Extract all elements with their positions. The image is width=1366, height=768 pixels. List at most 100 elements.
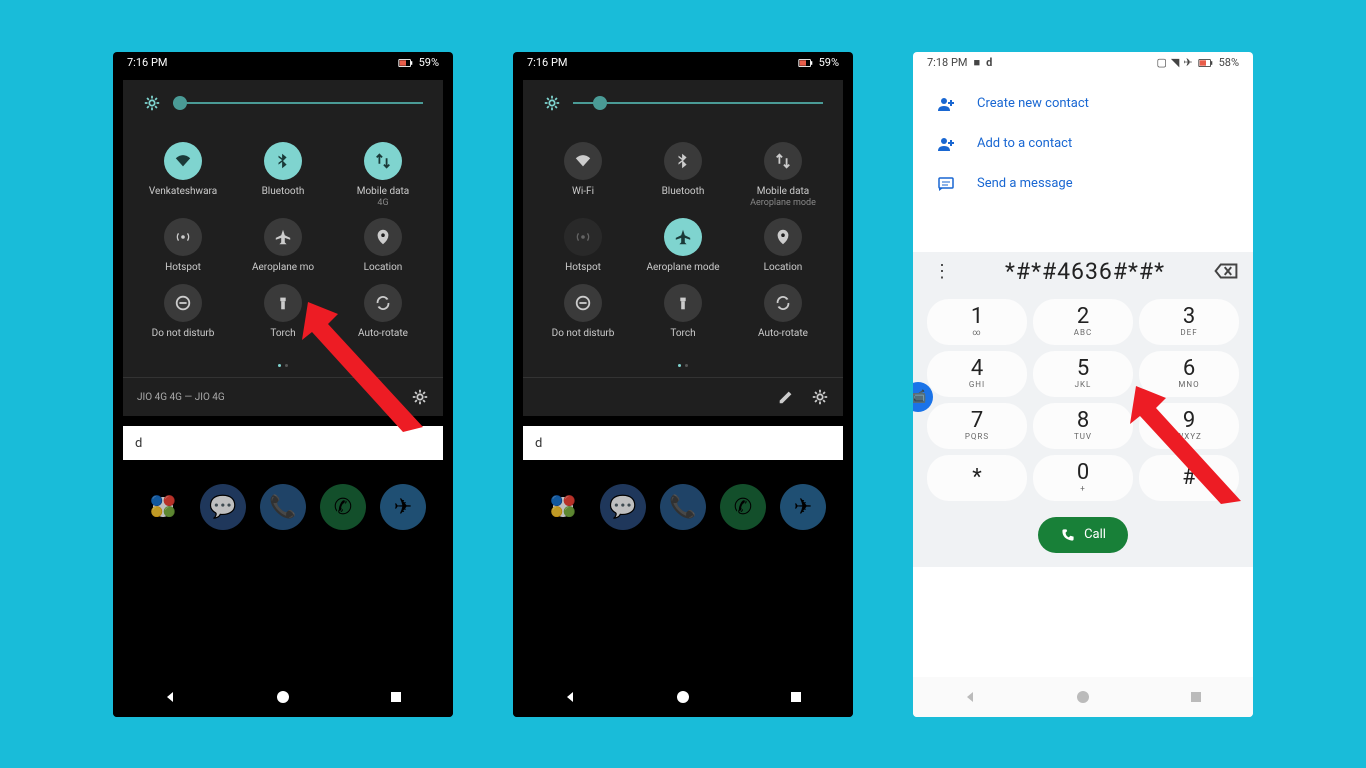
key-letters: MNO	[1178, 380, 1199, 389]
menu-icon[interactable]: ⋮	[927, 261, 957, 282]
app-icon: d	[986, 56, 992, 69]
recent-button[interactable]	[1186, 687, 1206, 707]
bluetooth-icon	[664, 142, 702, 180]
call-icon	[1060, 527, 1076, 543]
battery-icon	[397, 54, 415, 72]
dialpad-key-6[interactable]: 6MNO	[1139, 351, 1239, 397]
google-app-icon[interactable]: 🔵🔴🟡🟢	[140, 484, 186, 530]
back-button[interactable]	[560, 687, 580, 707]
qs-tile-rotate[interactable]: Auto-rotate	[733, 284, 833, 340]
qs-tile-torch[interactable]: Torch	[233, 284, 333, 340]
brightness-slider[interactable]	[173, 102, 423, 104]
rotate-icon	[764, 284, 802, 322]
dnd-icon	[564, 284, 602, 322]
qs-tile-hotspot[interactable]: Hotspot	[533, 218, 633, 274]
qs-tile-dnd[interactable]: Do not disturb	[533, 284, 633, 340]
battery-icon	[1197, 54, 1215, 72]
brightness-icon	[143, 94, 161, 112]
backspace-icon[interactable]	[1213, 258, 1239, 284]
tile-label: Do not disturb	[152, 328, 215, 340]
action-label: Add to a contact	[977, 136, 1072, 151]
dialpad-key-5[interactable]: 5JKL	[1033, 351, 1133, 397]
dialpad-key-2[interactable]: 2ABC	[1033, 299, 1133, 345]
dialpad-key-8[interactable]: 8TUV	[1033, 403, 1133, 449]
page-indicator	[523, 350, 843, 377]
tile-label: Location	[764, 262, 803, 274]
search-bar[interactable]: d	[523, 426, 843, 460]
qs-tile-location[interactable]: Location	[733, 218, 833, 274]
search-bar[interactable]: d	[123, 426, 443, 460]
airplane-icon	[664, 218, 702, 256]
qs-tile-wifi[interactable]: Wi-Fi	[533, 142, 633, 209]
key-letters: DEF	[1180, 328, 1197, 337]
dialpad-key-#[interactable]: #	[1139, 455, 1239, 501]
torch-icon	[664, 284, 702, 322]
qs-tile-rotate[interactable]: Auto-rotate	[333, 284, 433, 340]
dialpad-key-4[interactable]: 4GHI	[927, 351, 1027, 397]
whatsapp-app-icon[interactable]: ✆	[320, 484, 366, 530]
telegram-app-icon[interactable]: ✈	[780, 484, 826, 530]
qs-tile-torch[interactable]: Torch	[633, 284, 733, 340]
phone-screenshot-3: 7:18 PM ■ d ▢ ◥ ✈ 58% Create new contact…	[913, 52, 1253, 717]
key-letters: +	[1080, 484, 1086, 493]
key-letters: ∞	[972, 328, 981, 337]
phone-screenshot-2: 7:16 PM 59% Wi-Fi Bluetooth Mobile dataA…	[513, 52, 853, 717]
recent-button[interactable]	[386, 687, 406, 707]
dialpad-key-1[interactable]: 1∞	[927, 299, 1027, 345]
recent-button[interactable]	[786, 687, 806, 707]
brightness-row[interactable]	[523, 94, 843, 124]
edit-icon[interactable]	[377, 388, 395, 406]
whatsapp-app-icon[interactable]: ✆	[720, 484, 766, 530]
qs-tile-data[interactable]: Mobile data4G	[333, 142, 433, 209]
data-icon	[764, 142, 802, 180]
video-icon: ■	[973, 56, 980, 69]
brightness-row[interactable]	[123, 94, 443, 124]
back-button[interactable]	[960, 687, 980, 707]
key-digit: 8	[1077, 410, 1089, 432]
bluetooth-icon	[264, 142, 302, 180]
qs-tile-dnd[interactable]: Do not disturb	[133, 284, 233, 340]
dialpad-key-3[interactable]: 3DEF	[1139, 299, 1239, 345]
key-digit: 7	[971, 410, 983, 432]
qs-tile-airplane[interactable]: Aeroplane mode	[633, 218, 733, 274]
wifi-icon	[164, 142, 202, 180]
key-letters: JKL	[1075, 380, 1092, 389]
qs-tile-location[interactable]: Location	[333, 218, 433, 274]
telegram-app-icon[interactable]: ✈	[380, 484, 426, 530]
settings-icon[interactable]	[411, 388, 429, 406]
qs-tile-airplane[interactable]: Aeroplane mo	[233, 218, 333, 274]
edit-icon[interactable]	[777, 388, 795, 406]
messages-app-icon[interactable]: 💬	[200, 484, 246, 530]
call-button[interactable]: Call	[1038, 517, 1128, 553]
dialer-action[interactable]: Add to a contact	[929, 124, 1237, 164]
home-button[interactable]	[673, 687, 693, 707]
dialpad-key-*[interactable]: *	[927, 455, 1027, 501]
settings-icon[interactable]	[811, 388, 829, 406]
dnd-icon	[164, 284, 202, 322]
dialpad-key-7[interactable]: 7PQRS	[927, 403, 1027, 449]
qs-footer: JIO 4G 4G — JIO 4G	[123, 377, 443, 416]
messages-app-icon[interactable]: 💬	[600, 484, 646, 530]
dialpad-key-9[interactable]: 9WXYZ	[1139, 403, 1239, 449]
qs-tile-bluetooth[interactable]: Bluetooth	[633, 142, 733, 209]
home-button[interactable]	[273, 687, 293, 707]
qs-tile-bluetooth[interactable]: Bluetooth	[233, 142, 333, 209]
dialpad-key-0[interactable]: 0+	[1033, 455, 1133, 501]
back-button[interactable]	[160, 687, 180, 707]
qs-tile-data[interactable]: Mobile dataAeroplane mode	[733, 142, 833, 209]
key-digit: 9	[1183, 410, 1195, 432]
brightness-slider[interactable]	[573, 102, 823, 104]
google-app-icon[interactable]: 🔵🔴🟡🟢	[540, 484, 586, 530]
phone-app-icon[interactable]: 📞	[660, 484, 706, 530]
dialer-action[interactable]: Create new contact	[929, 84, 1237, 124]
home-button[interactable]	[1073, 687, 1093, 707]
dialer-action[interactable]: Send a message	[929, 164, 1237, 204]
person-add-icon	[935, 134, 957, 154]
status-bar: 7:18 PM ■ d ▢ ◥ ✈ 58%	[913, 52, 1253, 74]
qs-tile-hotspot[interactable]: Hotspot	[133, 218, 233, 274]
phone-app-icon[interactable]: 📞	[260, 484, 306, 530]
key-digit: 6	[1183, 358, 1195, 380]
qs-tile-wifi[interactable]: Venkateshwara	[133, 142, 233, 209]
rotate-icon	[364, 284, 402, 322]
tile-label: Hotspot	[165, 262, 201, 274]
